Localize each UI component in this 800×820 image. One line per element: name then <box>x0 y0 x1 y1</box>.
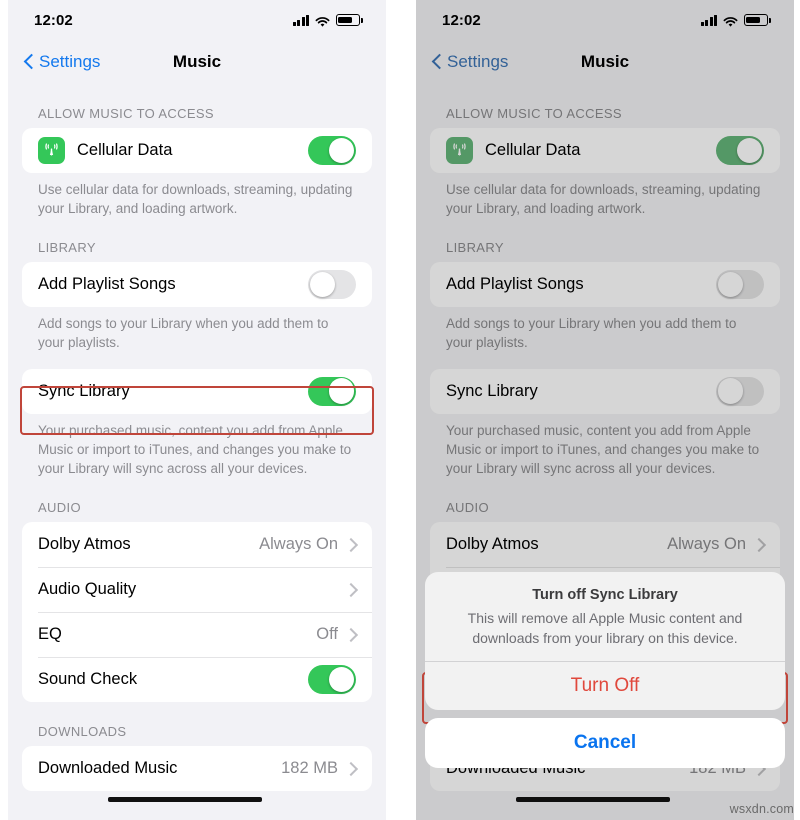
downloaded-music-label: Downloaded Music <box>38 759 178 778</box>
chevron-left-icon <box>432 54 442 71</box>
watermark: wsxdn.com <box>729 802 794 816</box>
group-add-playlist-songs: Add Playlist Songs <box>430 262 780 308</box>
alert-title: Turn off Sync Library <box>532 586 678 603</box>
downloaded-music-row[interactable]: Downloaded Music 182 MB <box>22 746 372 791</box>
wifi-icon <box>723 15 738 27</box>
downloaded-music-value: 182 MB <box>281 759 338 778</box>
sync-library-footnote: Your purchased music, content you add fr… <box>38 422 352 476</box>
alert-card: Turn off Sync Library This will remove a… <box>425 571 785 710</box>
cellular-data-toggle[interactable] <box>716 136 764 165</box>
group-downloads: Downloaded Music 182 MB <box>22 746 372 792</box>
cellular-data-row[interactable]: Cellular Data <box>22 128 372 173</box>
chevron-right-icon <box>343 537 359 552</box>
cellular-data-toggle[interactable] <box>308 136 356 165</box>
status-bar-left: 12:02 <box>8 0 386 40</box>
section-header-allow-access: ALLOW MUSIC TO ACCESS <box>38 106 214 121</box>
cellular-bars-icon <box>292 14 309 26</box>
sync-library-row[interactable]: Sync Library <box>430 369 780 414</box>
cellular-antenna-icon <box>446 137 473 164</box>
turn-off-button[interactable]: Turn Off <box>425 661 785 710</box>
back-label: Settings <box>447 52 509 71</box>
back-label: Settings <box>39 52 101 71</box>
group-sync-library: Sync Library <box>430 368 780 414</box>
sync-library-row[interactable]: Sync Library <box>22 369 372 414</box>
section-header-audio: AUDIO <box>446 500 489 516</box>
status-bar-icons <box>292 14 363 27</box>
dolby-atmos-label: Dolby Atmos <box>38 535 131 554</box>
sound-check-label: Sound Check <box>38 670 138 689</box>
group-allow-access: Cellular Data <box>430 128 780 173</box>
section-header-downloads: DOWNLOADS <box>38 724 127 740</box>
alert-header: Turn off Sync Library This will remove a… <box>425 572 785 661</box>
battery-icon <box>336 14 363 26</box>
cellular-bars-icon <box>700 14 717 26</box>
eq-label: EQ <box>38 625 62 644</box>
group-audio: Dolby Atmos Always On Audio Quality EQ O… <box>22 522 372 703</box>
sound-check-toggle[interactable] <box>308 665 356 695</box>
dolby-atmos-value: Always On <box>667 535 746 554</box>
sync-library-label: Sync Library <box>38 381 130 400</box>
chevron-right-icon <box>343 582 359 597</box>
dolby-atmos-value: Always On <box>259 535 338 554</box>
sync-library-footnote: Your purchased music, content you add fr… <box>446 422 760 476</box>
add-playlist-songs-footnote: Add songs to your Library when you add t… <box>38 316 329 351</box>
add-playlist-songs-label: Add Playlist Songs <box>38 275 176 294</box>
sync-library-label: Sync Library <box>446 381 538 400</box>
group-add-playlist-songs: Add Playlist Songs <box>22 262 372 308</box>
alert-message: This will remove all Apple Music content… <box>467 610 743 646</box>
add-playlist-songs-footnote: Add songs to your Library when you add t… <box>446 316 737 351</box>
nav-bar-left: Settings Music <box>8 40 386 84</box>
settings-content-left: ALLOW MUSIC TO ACCESS Cellular Data Use … <box>8 84 386 792</box>
wifi-icon <box>315 15 330 27</box>
cellular-data-footnote: Use cellular data for downloads, streami… <box>446 182 761 217</box>
back-to-settings-button[interactable]: Settings <box>24 52 100 72</box>
cellular-data-footnote: Use cellular data for downloads, streami… <box>38 182 353 217</box>
chevron-left-icon <box>24 54 34 71</box>
audio-quality-row[interactable]: Audio Quality <box>22 567 372 612</box>
add-playlist-songs-label: Add Playlist Songs <box>446 275 584 294</box>
redaction-bar-right <box>516 797 670 802</box>
comparison-stage: 12:02 Settings Music ALLOW MUSIC TO ACCE… <box>0 0 800 820</box>
phone-screenshot-left: 12:02 Settings Music ALLOW MUSIC TO ACCE… <box>8 0 386 820</box>
audio-quality-label: Audio Quality <box>38 580 137 599</box>
chevron-right-icon <box>343 627 359 642</box>
phone-screenshot-right: 12:02 Settings Music ALLOW MUSIC TO ACCE… <box>416 0 794 820</box>
status-bar-time: 12:02 <box>442 11 481 29</box>
chevron-right-icon <box>751 537 767 552</box>
add-playlist-songs-row[interactable]: Add Playlist Songs <box>430 262 780 307</box>
section-header-audio: AUDIO <box>38 500 81 516</box>
battery-icon <box>744 14 771 26</box>
dolby-atmos-row[interactable]: Dolby Atmos Always On <box>430 522 780 567</box>
cellular-data-label: Cellular Data <box>77 141 173 159</box>
section-header-library: LIBRARY <box>38 240 96 256</box>
sync-library-toggle[interactable] <box>716 376 764 406</box>
cellular-data-row[interactable]: Cellular Data <box>430 128 780 173</box>
cancel-button[interactable]: Cancel <box>425 718 785 768</box>
dolby-atmos-row[interactable]: Dolby Atmos Always On <box>22 522 372 567</box>
dolby-atmos-label: Dolby Atmos <box>446 535 539 554</box>
add-playlist-songs-toggle[interactable] <box>716 270 764 300</box>
redaction-bar-left <box>108 797 262 802</box>
nav-bar-right: Settings Music <box>416 40 794 84</box>
add-playlist-songs-toggle[interactable] <box>308 270 356 300</box>
section-header-allow-access: ALLOW MUSIC TO ACCESS <box>446 106 622 121</box>
status-bar-icons <box>700 14 771 27</box>
section-header-library: LIBRARY <box>446 240 504 256</box>
group-sync-library: Sync Library <box>22 368 372 414</box>
cellular-antenna-icon <box>38 137 65 164</box>
sync-library-toggle[interactable] <box>308 376 356 406</box>
back-to-settings-button[interactable]: Settings <box>432 52 508 72</box>
status-bar-right: 12:02 <box>416 0 794 40</box>
cellular-data-label: Cellular Data <box>485 141 581 159</box>
chevron-right-icon <box>343 761 359 776</box>
left-screen: 12:02 Settings Music ALLOW MUSIC TO ACCE… <box>8 0 386 820</box>
eq-row[interactable]: EQ Off <box>22 612 372 657</box>
group-allow-access: Cellular Data <box>22 128 372 173</box>
status-bar-time: 12:02 <box>34 11 73 29</box>
sound-check-row[interactable]: Sound Check <box>22 657 372 702</box>
turn-off-sync-library-dialog: Turn off Sync Library This will remove a… <box>425 571 785 768</box>
add-playlist-songs-row[interactable]: Add Playlist Songs <box>22 262 372 307</box>
eq-value: Off <box>316 625 338 644</box>
